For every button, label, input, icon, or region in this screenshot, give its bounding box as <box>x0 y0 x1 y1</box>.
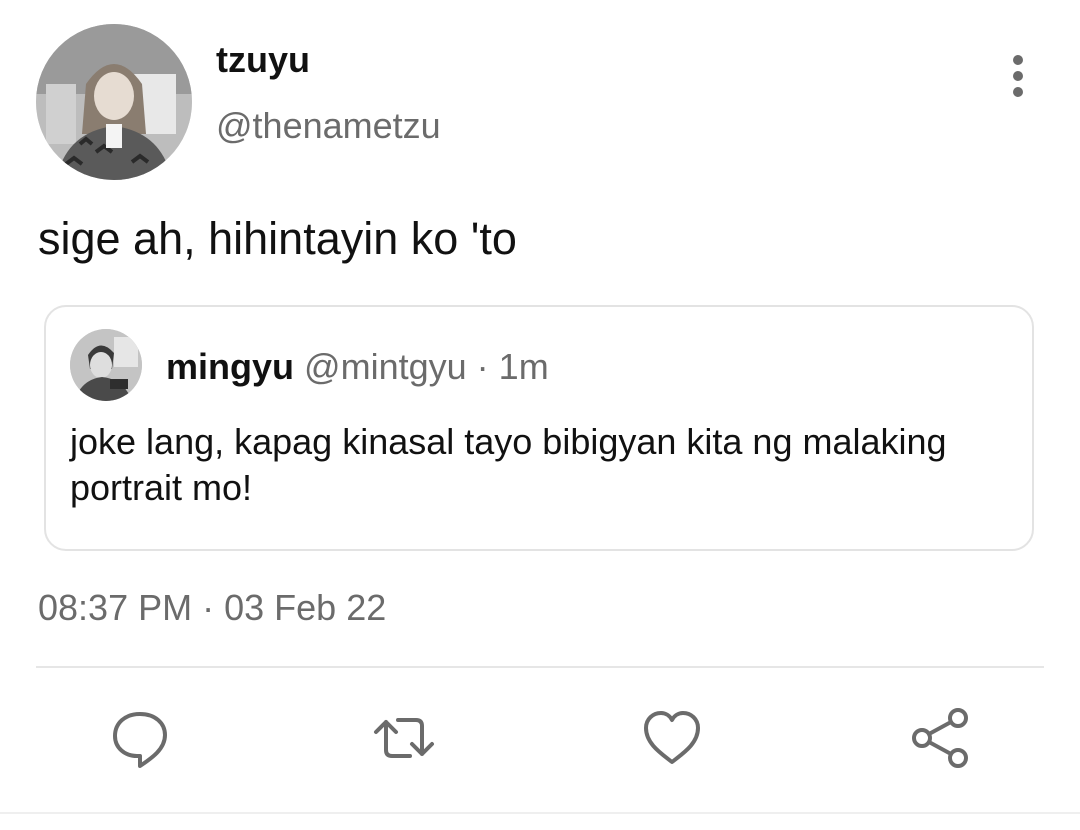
quoted-tweet-header: mingyu @mintgyu · 1m <box>166 345 549 389</box>
quoted-separator: · <box>476 346 489 387</box>
quoted-tweet-text: joke lang, kapag kinasal tayo bibigyan k… <box>70 421 947 508</box>
retweet-button[interactable] <box>372 706 436 770</box>
tweet-detail: tzuyu @thenametzu sige ah, hihintayin ko… <box>0 0 1080 830</box>
quoted-avatar-image <box>70 329 142 401</box>
author-display-name[interactable]: tzuyu <box>216 38 310 82</box>
retweet-icon <box>374 718 434 758</box>
author-avatar[interactable] <box>36 24 192 180</box>
more-vertical-icon[interactable] <box>998 52 1038 100</box>
like-button[interactable] <box>640 706 704 770</box>
quoted-tweet-time: 1m <box>498 346 549 387</box>
reply-icon <box>113 712 167 768</box>
share-button[interactable] <box>908 706 972 770</box>
tweet-text: sige ah, hihintayin ko 'to <box>38 213 517 264</box>
tweet-date: 03 Feb 22 <box>224 587 387 628</box>
quoted-author-avatar[interactable] <box>70 329 142 401</box>
heart-icon <box>644 711 700 764</box>
bottom-divider <box>0 812 1080 814</box>
avatar-image <box>36 24 192 180</box>
author-handle[interactable]: @thenametzu <box>216 104 441 148</box>
tweet-timestamp: 08:37 PM · 03 Feb 22 <box>38 586 386 630</box>
tweet-time: 08:37 PM <box>38 587 193 628</box>
timestamp-separator: · <box>202 587 215 628</box>
quoted-author-display-name[interactable]: mingyu <box>166 346 294 387</box>
quoted-author-handle[interactable]: @mintgyu <box>304 346 467 387</box>
reply-button[interactable] <box>108 706 172 770</box>
divider <box>36 666 1044 668</box>
quoted-tweet-card[interactable]: mingyu @mintgyu · 1m joke lang, kapag ki… <box>44 305 1034 551</box>
share-icon <box>912 708 968 768</box>
